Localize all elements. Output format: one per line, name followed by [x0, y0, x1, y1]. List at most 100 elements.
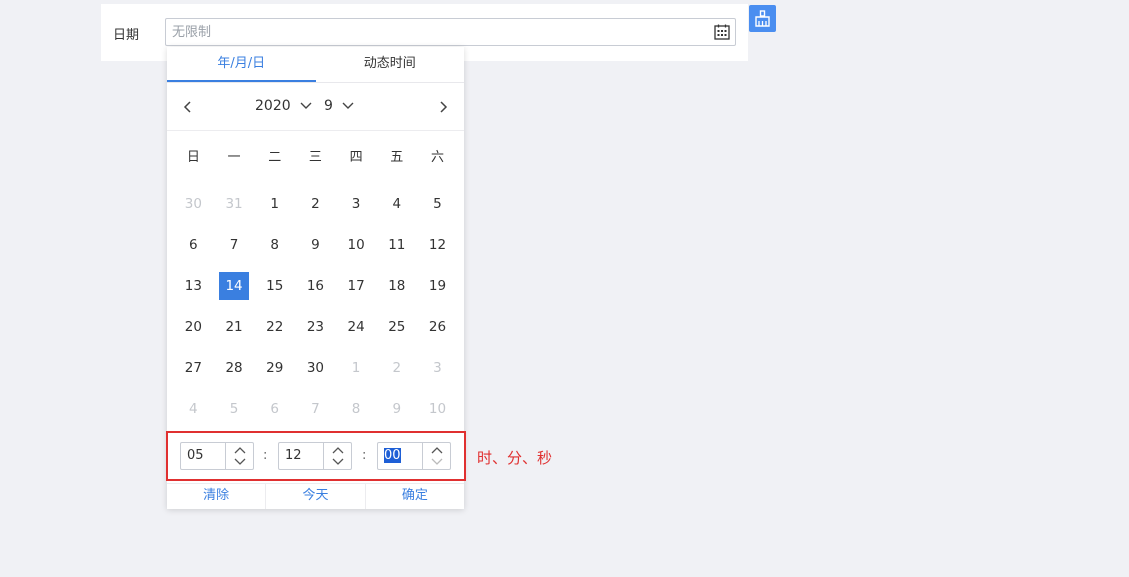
weekday-label: 二: [268, 150, 282, 165]
day-cell[interactable]: 18: [376, 265, 417, 306]
day-number: 23: [306, 318, 324, 335]
day-cell[interactable]: 27: [173, 347, 214, 388]
day-cell[interactable]: 1: [336, 347, 377, 388]
day-cell-selected[interactable]: 14: [214, 265, 255, 306]
chevron-left-icon[interactable]: [181, 100, 195, 114]
day-cell[interactable]: 1: [254, 183, 295, 224]
day-number: 10: [428, 400, 447, 417]
day-cell[interactable]: 23: [295, 306, 336, 347]
day-cell[interactable]: 29: [254, 347, 295, 388]
day-number: 24: [347, 318, 365, 335]
day-cell[interactable]: 4: [376, 183, 417, 224]
day-cell[interactable]: 6: [254, 388, 295, 429]
hour-arrows: [225, 443, 253, 469]
confirm-button[interactable]: 确定: [366, 484, 464, 509]
day-cell[interactable]: 3: [417, 347, 458, 388]
day-number: 28: [225, 359, 243, 376]
day-cell[interactable]: 7: [295, 388, 336, 429]
minute-spinner[interactable]: 12: [278, 442, 352, 470]
day-number: 19: [428, 277, 447, 294]
day-cell[interactable]: 25: [376, 306, 417, 347]
day-cell[interactable]: 5: [214, 388, 255, 429]
day-number: 30: [184, 195, 202, 212]
day-number: 17: [347, 277, 365, 294]
date-field[interactable]: [165, 18, 736, 46]
day-cell[interactable]: 8: [254, 224, 295, 265]
time-separator: :: [263, 448, 268, 463]
annotation-text: 时、分、秒: [477, 449, 553, 467]
day-cell[interactable]: 22: [254, 306, 295, 347]
clean-button[interactable]: [749, 5, 776, 32]
clear-button[interactable]: 清除: [167, 484, 267, 509]
day-cell[interactable]: 20: [173, 306, 214, 347]
day-cell[interactable]: 30: [295, 347, 336, 388]
day-cell[interactable]: 4: [173, 388, 214, 429]
day-cell[interactable]: 12: [417, 224, 458, 265]
day-number: 14: [219, 271, 250, 300]
chevron-up-icon[interactable]: [233, 445, 247, 455]
second-arrows: [422, 443, 450, 469]
chevron-up-icon[interactable]: [430, 445, 444, 455]
second-spinner[interactable]: 00: [377, 442, 451, 470]
today-button[interactable]: 今天: [266, 484, 366, 509]
day-cell[interactable]: 13: [173, 265, 214, 306]
chevron-down-icon[interactable]: [233, 457, 247, 467]
chevron-down-icon: [342, 102, 354, 109]
day-number: 13: [184, 277, 202, 294]
day-cell[interactable]: 30: [173, 183, 214, 224]
weekday-label: 六: [430, 150, 444, 165]
day-number: 12: [428, 236, 447, 253]
hour-value[interactable]: 05: [181, 443, 226, 469]
day-cell[interactable]: 8: [336, 388, 377, 429]
day-cell[interactable]: 9: [295, 224, 336, 265]
minute-value[interactable]: 12: [279, 443, 324, 469]
calendar-icon[interactable]: [714, 24, 730, 40]
weekday-label: 三: [308, 150, 322, 165]
day-cell[interactable]: 6: [173, 224, 214, 265]
chevron-down-icon: [300, 102, 312, 109]
chevron-down-icon[interactable]: [430, 457, 444, 467]
second-text: 00: [384, 448, 401, 463]
day-cell[interactable]: 24: [336, 306, 377, 347]
tab-ymd[interactable]: 年/月/日: [167, 47, 316, 82]
second-value[interactable]: 00: [378, 443, 423, 469]
day-cell[interactable]: 7: [214, 224, 255, 265]
time-selector: 05 : 12 : 00: [167, 430, 464, 480]
month-select[interactable]: 9: [324, 98, 355, 114]
day-cell[interactable]: 9: [376, 388, 417, 429]
day-number: 2: [392, 359, 402, 376]
day-number: 1: [351, 359, 361, 376]
day-cell[interactable]: 15: [254, 265, 295, 306]
day-number: 3: [351, 195, 361, 212]
day-cell[interactable]: 10: [336, 224, 377, 265]
day-number: 21: [225, 318, 243, 335]
day-cell[interactable]: 5: [417, 183, 458, 224]
date-picker-popup: 年/月/日 动态时间 2020 9 日 一 二 三 四 五 六 30 31 1 …: [167, 47, 464, 509]
day-number: 2: [311, 195, 320, 212]
date-input[interactable]: [166, 19, 686, 45]
day-grid: 30 31 1 2 3 4 5 6 7 8 9 10 11 12 13 14 15 16 17 18 19 20 21 22 2…: [173, 183, 458, 429]
day-number: 5: [229, 400, 239, 417]
day-cell[interactable]: 17: [336, 265, 377, 306]
year-select[interactable]: 2020: [255, 98, 313, 114]
day-cell[interactable]: 10: [417, 388, 458, 429]
day-number: 26: [428, 318, 447, 335]
tab-dynamic-time[interactable]: 动态时间: [316, 47, 465, 82]
day-cell[interactable]: 2: [376, 347, 417, 388]
day-cell[interactable]: 19: [417, 265, 458, 306]
day-cell[interactable]: 2: [295, 183, 336, 224]
chevron-down-icon[interactable]: [331, 457, 345, 467]
day-cell[interactable]: 21: [214, 306, 255, 347]
day-cell[interactable]: 28: [214, 347, 255, 388]
day-cell[interactable]: 16: [295, 265, 336, 306]
hour-spinner[interactable]: 05: [180, 442, 254, 470]
chevron-up-icon[interactable]: [331, 445, 345, 455]
day-cell[interactable]: 3: [336, 183, 377, 224]
chevron-right-icon[interactable]: [436, 100, 450, 114]
day-cell[interactable]: 26: [417, 306, 458, 347]
day-number: 9: [311, 236, 320, 253]
day-cell[interactable]: 11: [376, 224, 417, 265]
day-cell[interactable]: 31: [214, 183, 255, 224]
weekday-label: 一: [227, 150, 241, 165]
broom-icon: [755, 10, 770, 27]
